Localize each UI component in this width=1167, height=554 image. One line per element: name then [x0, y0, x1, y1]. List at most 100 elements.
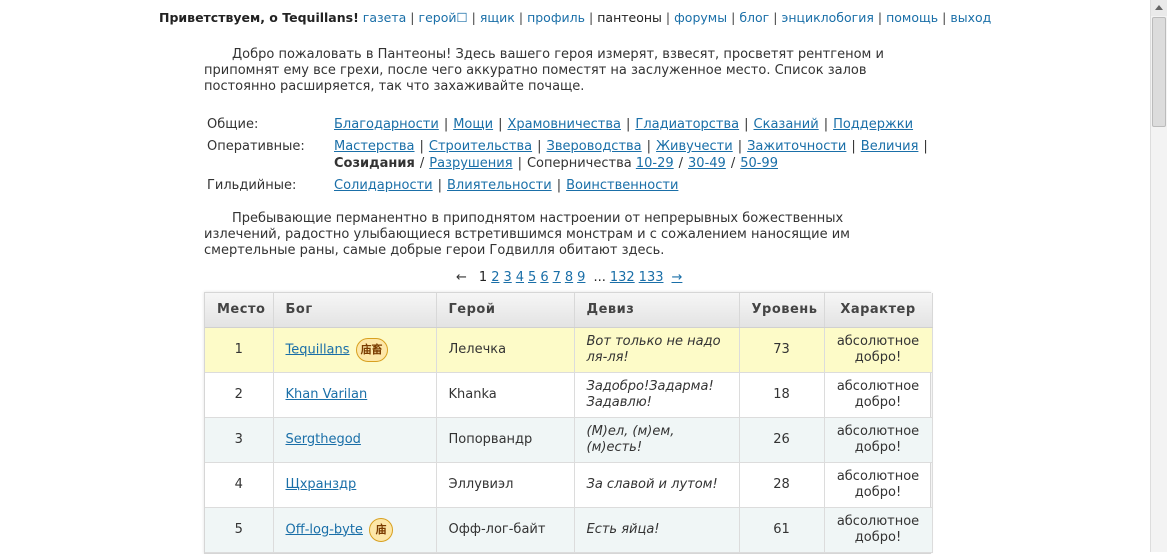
halls-operative-links: Мастерства | Строительства | Звероводства | Жи… — [334, 139, 928, 171]
pager-page-link[interactable]: 4 — [516, 270, 524, 285]
hall-link[interactable]: Строительства — [429, 139, 532, 154]
hall-link[interactable]: Живучести — [656, 139, 733, 154]
hall-creation-current: Созидания — [334, 156, 415, 171]
hall-rivalry-10-29-link[interactable]: 10-29 — [636, 156, 674, 171]
nav-link[interactable]: ящик — [480, 10, 515, 25]
header-motto[interactable]: Девиз — [574, 293, 740, 328]
hall-link[interactable]: Воинственности — [566, 178, 678, 193]
nav-link[interactable]: блог — [739, 10, 769, 25]
hall-link[interactable]: Благодарности — [334, 117, 439, 132]
greeting: Приветствуем, о Tequillans! — [159, 10, 359, 25]
pager-page-link[interactable]: 7 — [553, 270, 561, 285]
hall-link[interactable]: Мощи — [453, 117, 493, 132]
nav-link[interactable]: герой☐ — [419, 10, 468, 25]
god-link[interactable]: Щхранздр — [286, 477, 357, 492]
table-row: 3 Sergthegod Попорвандр (М)ел, (м)ем, (м)ес… — [205, 417, 933, 463]
intro-paragraph: Добро пожаловать в Пантеоны! Здесь вашег… — [204, 47, 884, 94]
halls-general-row: Общие: Благодарности | Мощи | Храмовничества… — [207, 116, 947, 133]
pager-page-link[interactable]: 3 — [503, 270, 511, 285]
description-paragraph: Пребывающие перманентно в приподнятом на… — [204, 211, 850, 258]
hall-link[interactable]: Храмовничества — [507, 117, 621, 132]
cell-hero: Лелечка — [436, 327, 575, 373]
separator: | — [589, 10, 594, 25]
cell-god: Tequillans 庙畜 — [273, 327, 437, 373]
cell-character: абсолютное добро! — [824, 462, 933, 508]
hall-rivalry-50-99-link[interactable]: 50-99 — [740, 156, 778, 171]
cell-hero: Khanka — [436, 372, 575, 418]
nav-link[interactable]: выход — [950, 10, 991, 25]
pager-next-link[interactable]: → — [672, 270, 683, 285]
hall-link[interactable]: Зажиточности — [747, 139, 846, 154]
separator: | — [437, 178, 443, 193]
pager-page-link[interactable]: 133 — [639, 270, 664, 285]
separator: | — [923, 139, 928, 154]
nav-link[interactable]: энциклобогия — [781, 10, 873, 25]
cell-motto: Задобро!Задарма! Задавлю! — [574, 372, 740, 418]
halls-general-label: Общие: — [207, 117, 259, 132]
hall-link[interactable]: Влиятельности — [447, 178, 552, 193]
vertical-scrollbar[interactable] — [1150, 0, 1167, 552]
pager-page-link[interactable]: 6 — [540, 270, 548, 285]
cell-level: 61 — [739, 507, 825, 553]
intro-text: Добро пожаловать в Пантеоны! Здесь вашег… — [204, 47, 904, 95]
cell-motto: (М)ел, (м)ем, (м)есть! — [574, 417, 740, 463]
nav-link[interactable]: форумы — [674, 10, 727, 25]
scrollbar-thumb[interactable] — [1152, 17, 1166, 127]
hall-link[interactable]: Сказаний — [754, 117, 819, 132]
pager-page-link[interactable]: 9 — [577, 270, 585, 285]
pager-page-link[interactable]: 5 — [528, 270, 536, 285]
top-navigation: Приветствуем, о Tequillans! газета | герой… — [159, 10, 991, 25]
cell-level: 18 — [739, 372, 825, 418]
hall-destruction-link[interactable]: Разрушения — [429, 156, 512, 171]
separator: | — [498, 117, 503, 132]
halls-operative-label: Оперативные: — [207, 139, 305, 154]
god-link[interactable]: Tequillans — [286, 342, 350, 357]
nav-link[interactable]: профиль — [527, 10, 585, 25]
header-character[interactable]: Характер — [824, 293, 933, 328]
cell-place: 4 — [205, 462, 274, 508]
table-row: 4 Щхранздр Эллувиэл За славой и лутом! 28 абс… — [205, 462, 933, 508]
cell-god: Khan Varilan — [273, 372, 437, 418]
hall-link[interactable]: Величия — [861, 139, 919, 154]
cell-character: абсолютное добро! — [824, 507, 933, 553]
pager-page-link[interactable]: 132 — [610, 270, 635, 285]
cell-hero: Офф-лог-байт — [436, 507, 575, 553]
hall-rivalry-label: Соперничества — [526, 156, 632, 171]
separator: | — [731, 10, 736, 25]
pantheon-table-container: Место Бог Герой Девиз Уровень Характер 1… — [204, 292, 933, 554]
cell-hero: Попорвандр — [436, 417, 575, 463]
god-link[interactable]: Off-log-byte — [286, 522, 363, 537]
god-link[interactable]: Sergthegod — [286, 432, 361, 447]
hall-link[interactable]: Звероводства — [547, 139, 642, 154]
header-place[interactable]: Место — [205, 293, 274, 328]
hall-link[interactable]: Мастерства — [334, 139, 415, 154]
separator: | — [646, 139, 652, 154]
cell-character: абсолютное добро! — [824, 372, 933, 418]
hall-link[interactable]: Солидарности — [334, 178, 433, 193]
halls-operative-row: Оперативные: Мастерства | Строительства | Зв… — [207, 138, 947, 172]
header-level[interactable]: Уровень — [739, 293, 825, 328]
scroll-up-arrow-icon[interactable] — [1151, 0, 1167, 16]
hall-rivalry-30-49-link[interactable]: 30-49 — [688, 156, 726, 171]
header-god[interactable]: Бог — [273, 293, 437, 328]
cell-motto: За славой и лутом! — [574, 462, 740, 508]
pager-page-link[interactable]: 2 — [491, 270, 499, 285]
cell-character: абсолютное добро! — [824, 417, 933, 463]
hall-link[interactable]: Поддержки — [833, 117, 913, 132]
cell-motto: Вот только не надо ля-ля! — [574, 327, 740, 373]
nav-link[interactable]: газета — [363, 10, 407, 25]
nav-link[interactable]: помощь — [886, 10, 938, 25]
cell-character: абсолютное добро! — [824, 327, 933, 373]
hall-link[interactable]: Гладиаторства — [635, 117, 739, 132]
separator: | — [823, 117, 829, 132]
separator: | — [518, 10, 524, 25]
header-hero[interactable]: Герой — [436, 293, 575, 328]
god-link[interactable]: Khan Varilan — [286, 387, 368, 402]
pager-page-link[interactable]: 8 — [565, 270, 573, 285]
separator: | — [419, 139, 424, 154]
table-header-row: Место Бог Герой Девиз Уровень Характер — [205, 293, 933, 328]
pager-prev-arrow: ← — [456, 270, 467, 285]
cell-place: 5 — [205, 507, 274, 553]
pantheon-description: Пребывающие перманентно в приподнятом на… — [204, 211, 924, 259]
cell-place: 3 — [205, 417, 274, 463]
